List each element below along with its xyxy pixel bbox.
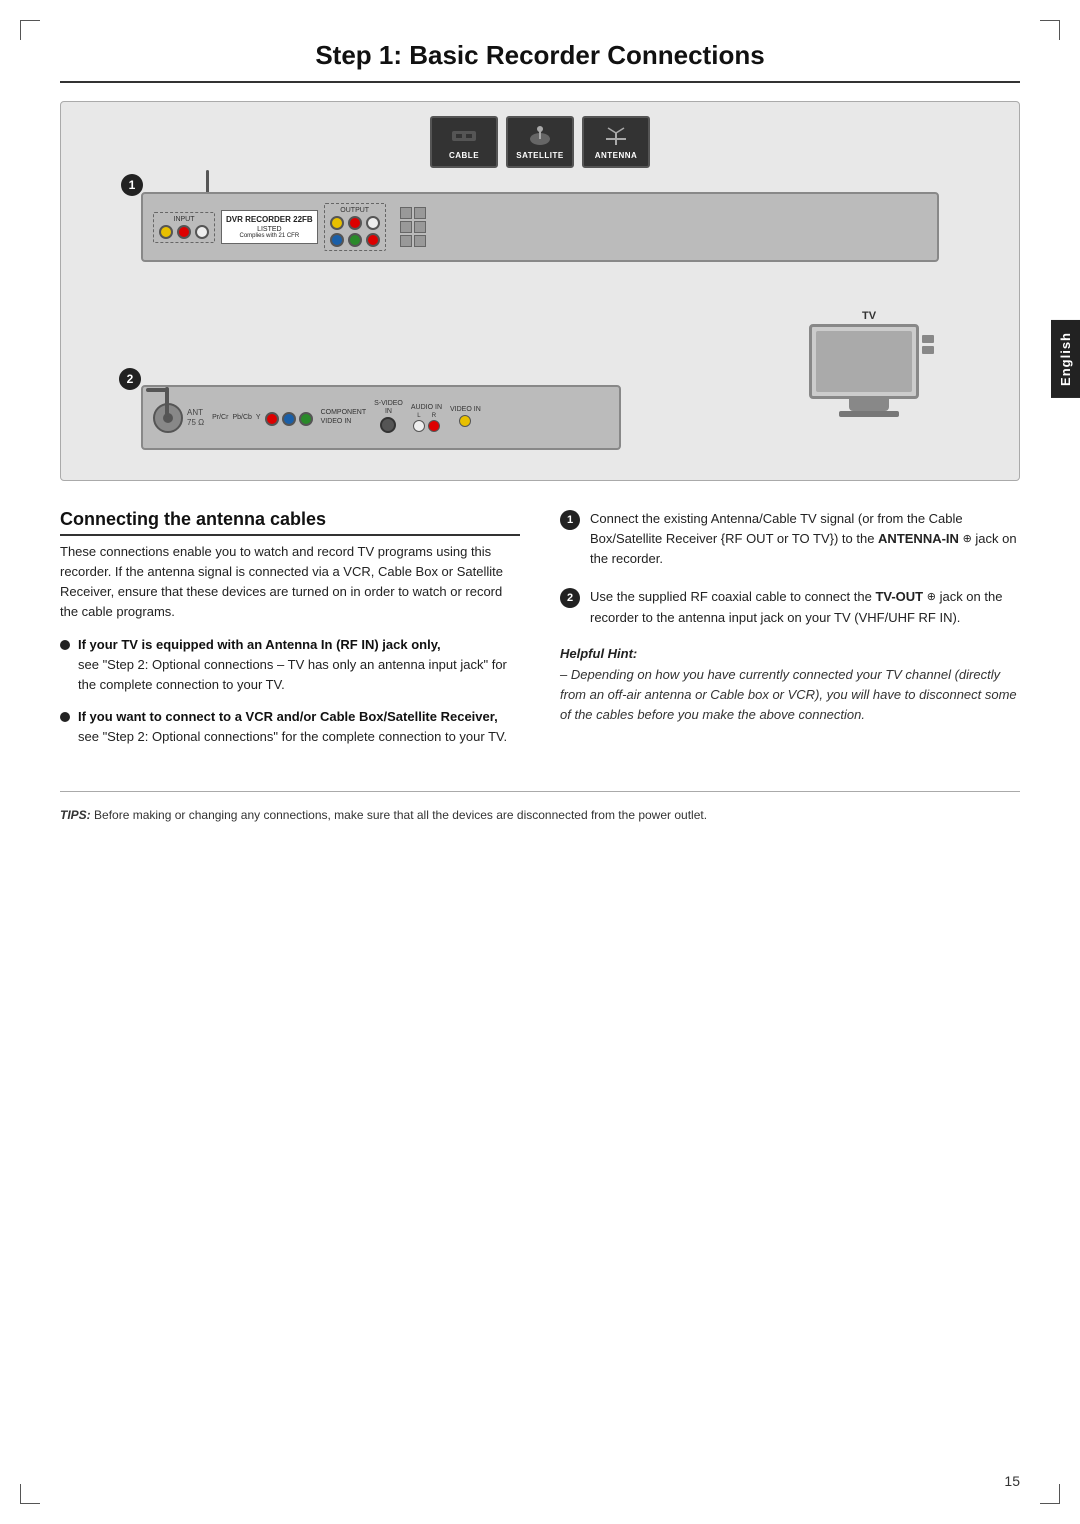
audio-r-port: [428, 420, 440, 432]
satellite-label: SATELLITE: [516, 151, 563, 160]
right-column: 1 Connect the existing Antenna/Cable TV …: [560, 509, 1020, 761]
video-in-port: [459, 415, 471, 427]
comp-port-green: [299, 412, 313, 426]
input-label: INPUT: [159, 216, 209, 223]
antenna-icon-box: ANTENNA: [582, 116, 650, 168]
port-green-1: [348, 233, 362, 247]
helpful-hint-text: – Depending on how you have currently co…: [560, 665, 1020, 725]
bullet-title-2: If you want to connect to a VCR and/or C…: [78, 709, 520, 724]
bullet-item-1: If your TV is equipped with an Antenna I…: [60, 637, 520, 695]
recorder-ports-left: INPUT DVR RECORDER 22FB LISTED Complies …: [153, 203, 927, 251]
video-in-label: VIDEO IN: [450, 406, 481, 413]
tv-buttons: [922, 335, 934, 354]
input-icons-row: CABLE SATELLITE ANTENNA: [430, 102, 650, 174]
svideo-label: S-VIDEOIN: [374, 400, 403, 415]
ant-label: ANT 75 Ω: [187, 408, 204, 427]
recorder-device-bottom: ANT 75 Ω Pr/Cr Pb/Cb Y COMPONENTVIDEO IN…: [141, 385, 621, 450]
video-in-area: VIDEO IN: [450, 406, 481, 429]
step-badge-2: 2: [119, 368, 141, 390]
step-text-2: Use the supplied RF coaxial cable to con…: [590, 587, 1020, 627]
corner-mark-tr: [1040, 20, 1060, 40]
step-text-1: Connect the existing Antenna/Cable TV si…: [590, 509, 1020, 569]
left-column: Connecting the antenna cables These conn…: [60, 509, 520, 761]
tv-base: [839, 411, 899, 417]
step-badge-1: 1: [121, 174, 143, 196]
audio-in-area: AUDIO IN L R: [411, 404, 442, 432]
pr-label: Pr/Cr: [212, 414, 228, 422]
port-red-1: [177, 225, 191, 239]
audio-l-port: [413, 420, 425, 432]
corner-mark-bl: [20, 1484, 40, 1504]
port-blue-1: [330, 233, 344, 247]
language-tab: English: [1051, 320, 1080, 398]
corner-mark-br: [1040, 1484, 1060, 1504]
y-label: Y: [256, 414, 261, 422]
listed-certification: DVR RECORDER 22FB LISTED Complies with 2…: [221, 210, 318, 244]
bullet-text-1: see "Step 2: Optional connections – TV h…: [78, 655, 520, 695]
tv-screen: [809, 324, 919, 399]
numbered-step-1: 1 Connect the existing Antenna/Cable TV …: [560, 509, 1020, 569]
tv-screen-inner: [816, 331, 912, 392]
page-title: Step 1: Basic Recorder Connections: [60, 40, 1020, 83]
tv-label: TV: [809, 310, 929, 322]
helpful-hint-title: Helpful Hint:: [560, 646, 1020, 661]
cable-icon-box: CABLE: [430, 116, 498, 168]
svideo-port: [380, 417, 396, 433]
pb-label: Pb/Cb: [232, 414, 251, 422]
bullet-item-2: If you want to connect to a VCR and/or C…: [60, 709, 520, 747]
input-ports: INPUT: [153, 212, 215, 243]
satellite-icon-box: SATELLITE: [506, 116, 574, 168]
component-ports: Pr/Cr Pb/Cb Y COMPONENTVIDEO IN: [212, 409, 366, 426]
component-label: COMPONENTVIDEO IN: [321, 409, 367, 426]
step-num-2: 2: [560, 588, 580, 608]
section-title: Connecting the antenna cables: [60, 509, 520, 536]
diagram-area: CABLE SATELLITE ANTENNA: [60, 101, 1020, 481]
numbered-step-2: 2 Use the supplied RF coaxial cable to c…: [560, 587, 1020, 627]
content-section: Connecting the antenna cables These conn…: [60, 509, 1020, 761]
channel-squares: [400, 207, 426, 247]
output-label: OUTPUT: [330, 207, 380, 214]
output-ports: OUTPUT: [324, 203, 386, 251]
svideo-area: S-VIDEOIN: [374, 400, 403, 435]
port-white-1: [195, 225, 209, 239]
port-yellow-2: [330, 216, 344, 230]
recorder-device-top: INPUT DVR RECORDER 22FB LISTED Complies …: [141, 192, 939, 262]
step-num-1: 1: [560, 510, 580, 530]
page-container: English Step 1: Basic Recorder Connectio…: [0, 0, 1080, 1524]
tips-label: TIPS:: [60, 808, 91, 822]
antenna-label: ANTENNA: [595, 151, 638, 160]
port-red-3: [366, 233, 380, 247]
corner-mark-tl: [20, 20, 40, 40]
port-red-2: [348, 216, 362, 230]
tips-footer: TIPS: Before making or changing any conn…: [60, 791, 1020, 825]
rf-connector-area: ANT 75 Ω: [153, 403, 204, 433]
audio-in-label: AUDIO IN: [411, 404, 442, 411]
rf-cable-horizontal: [146, 388, 169, 392]
comp-port-red: [265, 412, 279, 426]
helpful-hint: Helpful Hint: – Depending on how you hav…: [560, 646, 1020, 725]
tv-device: TV: [809, 310, 929, 420]
tv-stand: [849, 399, 889, 411]
port-yellow-1: [159, 225, 173, 239]
bullet-title-1: If your TV is equipped with an Antenna I…: [78, 637, 520, 652]
comp-port-blue: [282, 412, 296, 426]
bullet-text-2: see "Step 2: Optional connections" for t…: [78, 727, 520, 747]
cable-label: CABLE: [449, 151, 479, 160]
bullet-dot-1: [60, 640, 70, 650]
tips-text: Before making or changing any connection…: [94, 808, 707, 822]
page-number: 15: [1004, 1473, 1020, 1489]
intro-paragraph: These connections enable you to watch an…: [60, 542, 520, 623]
bullet-dot-2: [60, 712, 70, 722]
port-white-2: [366, 216, 380, 230]
